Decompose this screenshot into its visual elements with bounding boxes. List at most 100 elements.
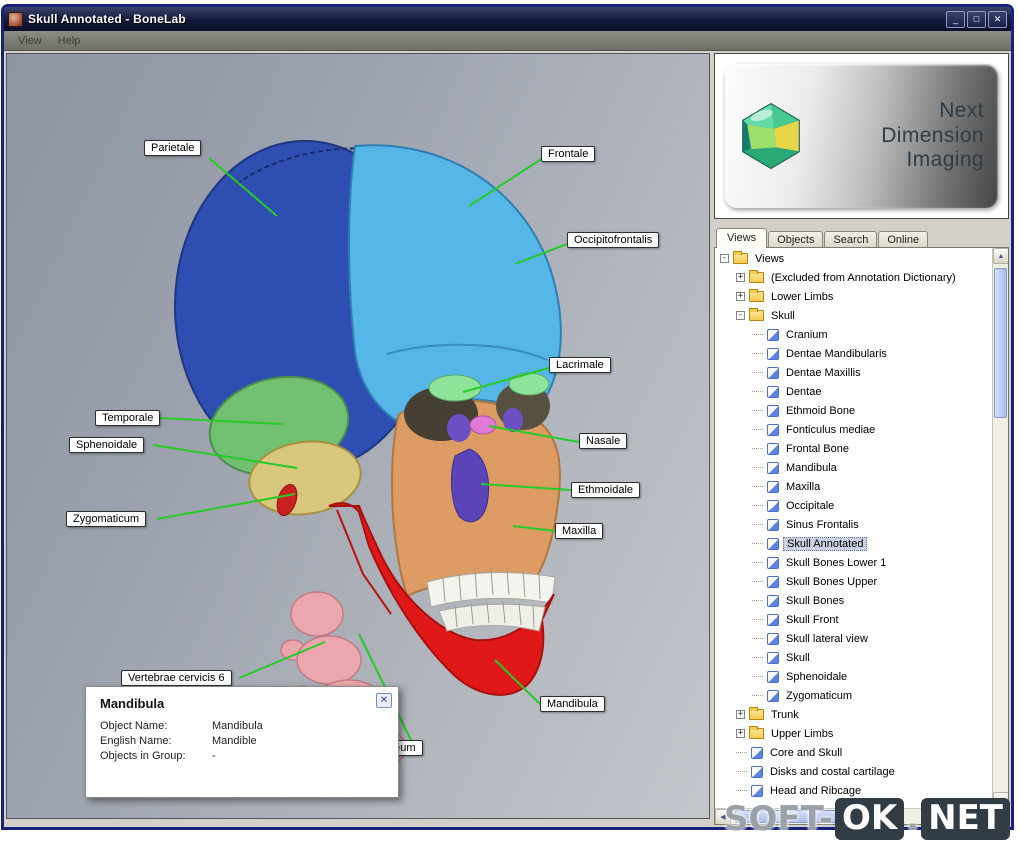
tree-row[interactable]: Skull Front xyxy=(716,610,991,629)
logo-line-1: Next xyxy=(881,99,984,124)
annotation-label[interactable]: Nasale xyxy=(579,433,627,449)
vertical-scrollbar[interactable]: ▲ ▼ xyxy=(992,248,1008,808)
lower-teeth-shape[interactable] xyxy=(439,602,545,631)
logo-wordmark: Next Dimension Imaging xyxy=(881,99,984,173)
tree-row[interactable]: Dentae xyxy=(716,382,991,401)
tree-connector xyxy=(752,334,763,335)
tree-row[interactable]: Skull Bones Lower 1 xyxy=(716,553,991,572)
tree-rows: -Views+(Excluded from Annotation Diction… xyxy=(716,249,991,807)
tree-item-label: Occipitale xyxy=(783,500,837,512)
field-label: Object Name: xyxy=(100,720,212,732)
annotation-label[interactable]: Temporale xyxy=(95,410,160,426)
annotation-label[interactable]: Mandibula xyxy=(540,696,605,712)
tree-connector xyxy=(752,562,763,563)
annotation-label[interactable]: Occipitofrontalis xyxy=(567,232,659,248)
next-dimension-logo: Next Dimension Imaging xyxy=(725,64,998,208)
logo-box: Next Dimension Imaging xyxy=(714,53,1009,219)
close-button[interactable]: ✕ xyxy=(988,11,1007,28)
tree-row[interactable]: -Views xyxy=(716,249,991,268)
tree-row[interactable]: +Lower Limbs xyxy=(716,287,991,306)
menu-bar: ViewHelp xyxy=(4,31,1011,51)
tree-row[interactable]: Skull lateral view xyxy=(716,629,991,648)
view-item-icon xyxy=(767,652,779,664)
tree-row[interactable]: +(Excluded from Annotation Dictionary) xyxy=(716,268,991,287)
tree-row[interactable]: Ethmoid Bone xyxy=(716,401,991,420)
annotation-label[interactable]: Parietale xyxy=(144,140,201,156)
tree-connector xyxy=(752,410,763,411)
tree-row[interactable]: -Skull xyxy=(716,306,991,325)
title-bar[interactable]: Skull Annotated - BoneLab _ □ ✕ xyxy=(4,7,1011,31)
tree-row[interactable]: Disks and costal cartilage xyxy=(716,762,991,781)
tree-row[interactable]: Fonticulus mediae xyxy=(716,420,991,439)
tree-row[interactable]: Skull Annotated xyxy=(716,534,991,553)
side-panel: Next Dimension Imaging ViewsObjectsSearc… xyxy=(714,53,1009,825)
tree-item-label: Mandibula xyxy=(783,462,840,474)
app-icon xyxy=(8,12,23,27)
tree-item-label: Zygomaticum xyxy=(783,690,855,702)
tree-connector xyxy=(752,676,763,677)
tree-item-label: Disks and costal cartilage xyxy=(767,766,898,778)
tree-connector xyxy=(736,771,747,772)
menu-item-view[interactable]: View xyxy=(10,33,50,49)
view-item-icon xyxy=(767,690,779,702)
view-item-icon xyxy=(751,747,763,759)
expand-toggle-icon[interactable]: + xyxy=(736,729,745,738)
expand-toggle-icon[interactable]: - xyxy=(736,311,745,320)
menu-item-help[interactable]: Help xyxy=(50,33,89,49)
tree-item-label: Sphenoidale xyxy=(783,671,850,683)
tree-item-label: Dentae xyxy=(783,386,824,398)
logo-line-3: Imaging xyxy=(881,148,984,173)
tree-row[interactable]: Frontal Bone xyxy=(716,439,991,458)
annotation-label[interactable]: Frontale xyxy=(541,146,595,162)
tree-row[interactable]: +Upper Limbs xyxy=(716,724,991,743)
expand-toggle-icon[interactable]: - xyxy=(720,254,729,263)
tree-connector xyxy=(736,790,747,791)
tree-row[interactable]: Skull Bones Upper xyxy=(716,572,991,591)
tree-connector xyxy=(752,638,763,639)
tree-item-label: Core and Skull xyxy=(767,747,845,759)
tree-item-label: Skull Bones Upper xyxy=(783,576,880,588)
tree-row[interactable]: Dentae Mandibularis xyxy=(716,344,991,363)
watermark-ok-box: OK xyxy=(835,798,904,840)
tree-row[interactable]: +Trunk xyxy=(716,705,991,724)
folder-icon xyxy=(749,709,764,720)
tree-row[interactable]: Sinus Frontalis xyxy=(716,515,991,534)
tree-row[interactable]: Zygomaticum xyxy=(716,686,991,705)
annotation-label[interactable]: Lacrimale xyxy=(549,357,611,373)
annotation-label[interactable]: Zygomaticum xyxy=(66,511,146,527)
annotation-label[interactable]: Ethmoidale xyxy=(571,482,640,498)
popup-close-icon[interactable]: ✕ xyxy=(376,693,392,708)
expand-toggle-icon[interactable]: + xyxy=(736,292,745,301)
tree-row[interactable]: Dentae Maxillis xyxy=(716,363,991,382)
annotation-label[interactable]: Sphenoidale xyxy=(69,437,144,453)
nasal-bone-shape[interactable] xyxy=(470,416,496,434)
watermark-net-box: NET xyxy=(921,798,1010,840)
tree-row[interactable]: Sphenoidale xyxy=(716,667,991,686)
viewport[interactable]: Parietale Frontale Occipitofrontalis Lacrim… xyxy=(6,53,710,819)
tree-connector xyxy=(752,372,763,373)
tree-row[interactable]: Mandibula xyxy=(716,458,991,477)
tree-item-label: Skull xyxy=(783,652,813,664)
annotation-label[interactable]: Vertebrae cervicis 6 xyxy=(121,670,232,686)
watermark-prefix: SOFT- xyxy=(724,799,833,839)
minimize-button[interactable]: _ xyxy=(946,11,965,28)
window-content: Parietale Frontale Occipitofrontalis Lacrim… xyxy=(4,51,1011,827)
view-item-icon xyxy=(767,595,779,607)
tree-row[interactable]: Occipitale xyxy=(716,496,991,515)
tree-row[interactable]: Skull xyxy=(716,648,991,667)
scroll-up-icon[interactable]: ▲ xyxy=(993,248,1009,264)
vertical-scroll-thumb[interactable] xyxy=(994,268,1007,418)
tree-row[interactable]: Skull Bones xyxy=(716,591,991,610)
tree-row[interactable]: Core and Skull xyxy=(716,743,991,762)
expand-toggle-icon[interactable]: + xyxy=(736,273,745,282)
maximize-button[interactable]: □ xyxy=(967,11,986,28)
tree-row[interactable]: Maxilla xyxy=(716,477,991,496)
view-item-icon xyxy=(767,424,779,436)
tree-connector xyxy=(752,600,763,601)
tree-row[interactable]: Cranium xyxy=(716,325,991,344)
tree-item-label: Dentae Maxillis xyxy=(783,367,864,379)
annotation-label[interactable]: Maxilla xyxy=(555,523,603,539)
expand-toggle-icon[interactable]: + xyxy=(736,710,745,719)
panel-tabs: ViewsObjectsSearchOnline xyxy=(714,227,1009,248)
tab-views[interactable]: Views xyxy=(716,228,767,248)
